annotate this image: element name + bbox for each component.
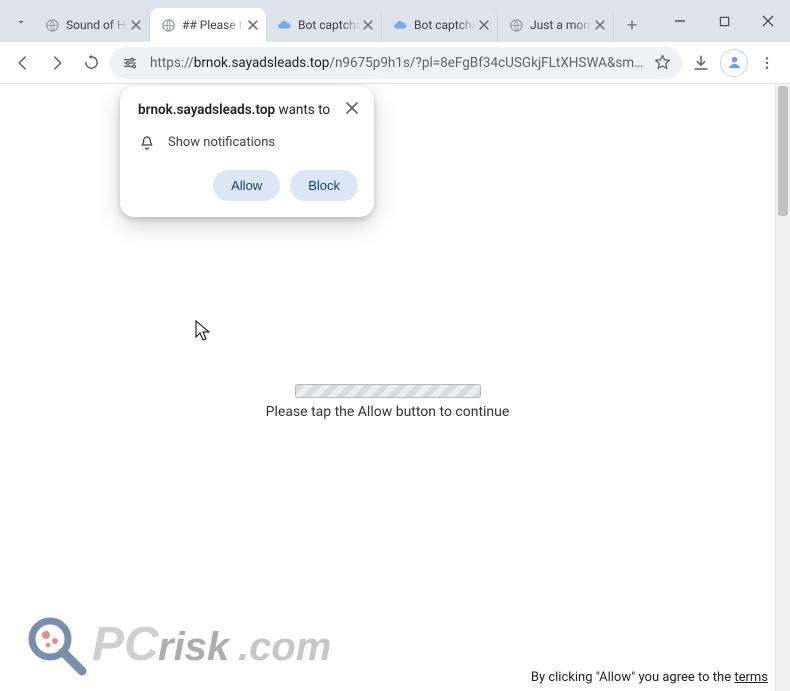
cloud-icon: [392, 17, 408, 33]
close-icon[interactable]: [128, 18, 143, 33]
minimize-button[interactable]: [658, 5, 702, 37]
address-bar[interactable]: https://brnok.sayadsleads.top/n9675p9h1s…: [110, 47, 682, 79]
bell-icon: [138, 134, 156, 152]
address-text: https://brnok.sayadsleads.top/n9675p9h1s…: [150, 55, 644, 71]
profile-button[interactable]: [720, 49, 748, 77]
tab-2-active[interactable]: ## Please t…: [150, 8, 266, 42]
pcrisk-watermark: PC risk .com: [24, 613, 382, 677]
block-button[interactable]: Block: [290, 170, 358, 201]
tab-search-dropdown-icon[interactable]: [10, 11, 32, 33]
tab-title: Sound of H…: [66, 18, 128, 32]
close-window-button[interactable]: [746, 5, 790, 37]
globe-icon: [508, 17, 524, 33]
cloud-icon: [276, 17, 292, 33]
scrollbar-track[interactable]: [775, 84, 790, 691]
permission-wants-to: wants to: [275, 102, 330, 118]
globe-icon: [160, 17, 176, 33]
toolbar: https://brnok.sayadsleads.top/n9675p9h1s…: [0, 42, 790, 84]
titlebar: Sound of H… ## Please t… Bot captcha Bot…: [0, 0, 790, 42]
permission-row: Show notifications: [138, 134, 358, 152]
page-message: Please tap the Allow button to continue: [266, 404, 510, 420]
maximize-button[interactable]: [702, 5, 746, 37]
tab-1[interactable]: Sound of H…: [34, 8, 150, 42]
forward-button[interactable]: [42, 48, 72, 78]
tab-4[interactable]: Bot captcha: [382, 8, 498, 42]
svg-text:risk: risk: [158, 625, 231, 669]
terms-line: By clicking "Allow" you agree to the ter…: [531, 670, 768, 685]
permission-item-label: Show notifications: [168, 135, 275, 150]
page-content: Please tap the Allow button to continue: [0, 384, 775, 420]
permission-actions: Allow Block: [138, 170, 358, 201]
bookmark-star-icon[interactable]: [652, 53, 672, 73]
permission-site: brnok.sayadsleads.top: [138, 102, 275, 118]
new-tab-button[interactable]: [618, 11, 646, 39]
download-button[interactable]: [686, 48, 716, 78]
progress-bar: [295, 384, 481, 398]
tab-title: Bot captcha: [414, 18, 476, 32]
close-icon[interactable]: [343, 99, 361, 117]
allow-button[interactable]: Allow: [213, 170, 280, 201]
svg-text:PC: PC: [92, 618, 160, 671]
globe-icon: [44, 17, 60, 33]
terms-link[interactable]: terms: [734, 670, 768, 685]
site-settings-icon[interactable]: [118, 51, 142, 75]
tab-title: ## Please t…: [182, 18, 245, 32]
permission-title: brnok.sayadsleads.top wants to: [138, 102, 336, 120]
notification-permission-popup: brnok.sayadsleads.top wants to Show noti…: [120, 86, 374, 217]
close-icon[interactable]: [360, 18, 375, 33]
terms-prefix: By clicking "Allow" you agree to the: [531, 670, 734, 685]
svg-text:.com: .com: [238, 625, 331, 669]
tab-title: Bot captcha: [298, 18, 360, 32]
page-viewport: Please tap the Allow button to continue …: [0, 84, 790, 691]
close-icon[interactable]: [245, 18, 260, 33]
menu-button[interactable]: [752, 48, 782, 78]
close-icon[interactable]: [592, 18, 607, 33]
tab-title: Just a mom…: [530, 18, 592, 32]
tab-3[interactable]: Bot captcha: [266, 8, 382, 42]
back-button[interactable]: [8, 48, 38, 78]
scrollbar-thumb[interactable]: [778, 86, 788, 216]
window-controls: [658, 0, 790, 42]
tabs-row: Sound of H… ## Please t… Bot captcha Bot…: [0, 8, 658, 42]
tab-5[interactable]: Just a mom…: [498, 8, 614, 42]
reload-button[interactable]: [76, 48, 106, 78]
close-icon[interactable]: [476, 18, 491, 33]
